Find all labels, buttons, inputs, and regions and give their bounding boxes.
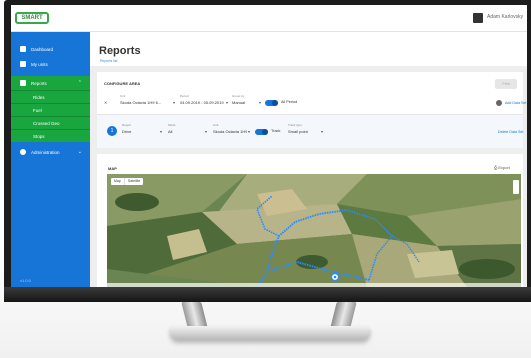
sidebar-subitem-crossed-geo[interactable]: Crossed Geo xyxy=(11,116,90,129)
report-field-label: Report xyxy=(122,123,132,127)
export-icon: ⎙ xyxy=(494,165,498,170)
sidebar: Dashboard My units Reports ⌃ Rides Fuel … xyxy=(11,32,90,287)
sidebar-item-label: Dashboard xyxy=(31,46,54,52)
filter-panel: CONFIGURE AREA Print ✕ Unit Skoda Octavi… xyxy=(97,72,526,148)
sidebar-item-my-units[interactable]: My units xyxy=(11,57,90,71)
map-export-button[interactable]: ⎙ Export xyxy=(494,165,510,170)
data-set-number-badge: 1 xyxy=(107,126,117,136)
tab-satellite[interactable]: Satellite xyxy=(123,178,143,185)
gear-icon xyxy=(20,149,26,155)
app-screen: SMART Adam Karlovsky Dashboard My units … xyxy=(11,5,527,287)
sidebar-item-label: Reports xyxy=(31,80,47,86)
unit-select[interactable]: Skoda Octavia 1H9 6... xyxy=(120,100,161,105)
period-field-label: Period xyxy=(180,94,189,98)
page-title: Reports xyxy=(99,45,141,57)
collapse-icon[interactable]: ✕ xyxy=(104,100,107,105)
unit2-field-label: Unit xyxy=(213,123,219,127)
chevron-down-icon: ▾ xyxy=(160,129,163,134)
sidebar-subitem-rides[interactable]: Rides xyxy=(11,90,90,103)
sidebar-item-reports[interactable]: Reports ⌃ xyxy=(11,76,90,90)
sidebar-item-administration[interactable]: Administration ⌄ xyxy=(11,145,90,159)
satellite-map[interactable]: Map Satellite xyxy=(107,174,521,287)
unit2-select[interactable]: Skoda Octavia 1H9 6... xyxy=(213,129,247,134)
map-attribution-bar xyxy=(107,283,521,287)
sidebar-subitem-stops[interactable]: Stops xyxy=(11,129,90,142)
map-zoom-control[interactable] xyxy=(513,180,519,194)
track-type-select[interactable]: Small point xyxy=(288,129,308,134)
tab-map[interactable]: Map xyxy=(111,178,124,185)
add-data-set-link[interactable]: Add Data Set xyxy=(505,101,526,105)
track-type-field-label: Track type xyxy=(288,123,302,127)
breadcrumb[interactable]: Reports list xyxy=(100,59,118,63)
monitor-scene: SMART Adam Karlovsky Dashboard My units … xyxy=(0,0,531,358)
chevron-down-icon: ▾ xyxy=(259,100,262,105)
chevron-down-icon: ▾ xyxy=(226,100,229,105)
chevron-down-icon: ⌄ xyxy=(77,149,82,155)
chevron-down-icon: ▾ xyxy=(205,129,208,134)
report-select[interactable]: Drive xyxy=(122,129,131,134)
sidebar-item-label: Administration xyxy=(31,149,60,155)
mode-field-label: Mode xyxy=(168,123,176,127)
user-avatar-icon[interactable] xyxy=(473,13,483,23)
delete-data-set-link[interactable]: Delete Data Set xyxy=(498,130,523,134)
track-label: Track xyxy=(271,129,281,133)
settings-icon[interactable] xyxy=(496,100,502,106)
report-icon xyxy=(20,80,26,86)
map-heading: MAP xyxy=(108,166,117,171)
group-select[interactable]: Manual xyxy=(232,100,245,105)
period-input[interactable]: 04.09.2019 - 05.09.2019 xyxy=(180,100,224,105)
track-toggle[interactable] xyxy=(255,129,268,135)
user-name[interactable]: Adam Karlovsky xyxy=(487,14,523,20)
page-header: Reports Reports list xyxy=(90,32,527,66)
chevron-down-icon: ▾ xyxy=(321,129,324,134)
filter-heading: CONFIGURE AREA xyxy=(104,81,141,86)
chevron-down-icon: ▾ xyxy=(173,100,176,105)
map-type-tabs: Map Satellite xyxy=(111,178,144,185)
all-period-label: All Period xyxy=(281,100,298,104)
sidebar-item-dashboard[interactable]: Dashboard xyxy=(11,42,90,56)
sidebar-subitem-fuel[interactable]: Fuel xyxy=(11,103,90,116)
all-period-toggle[interactable] xyxy=(265,100,278,106)
car-icon xyxy=(20,61,26,67)
chevron-down-icon: ▾ xyxy=(248,129,251,134)
sidebar-item-label: My units xyxy=(31,61,48,67)
speedometer-icon xyxy=(20,46,26,52)
app-version: v1.0.0 xyxy=(20,278,31,283)
main-content: Reports Reports list CONFIGURE AREA Prin… xyxy=(90,32,527,287)
monitor-chin xyxy=(4,287,531,302)
unit-field-label: Unit xyxy=(120,94,126,98)
satellite-imagery xyxy=(107,174,521,287)
group-field-label: Group by xyxy=(232,94,245,98)
print-button[interactable]: Print xyxy=(495,79,517,89)
map-export-label: Export xyxy=(498,165,510,170)
mode-select[interactable]: All xyxy=(168,129,172,134)
map-panel: MAP ⎙ Export Map Satellite xyxy=(97,154,523,287)
chevron-up-icon: ⌃ xyxy=(77,80,82,86)
top-bar: SMART Adam Karlovsky xyxy=(11,5,527,32)
app-logo[interactable]: SMART xyxy=(15,12,49,24)
monitor-base xyxy=(170,326,370,340)
